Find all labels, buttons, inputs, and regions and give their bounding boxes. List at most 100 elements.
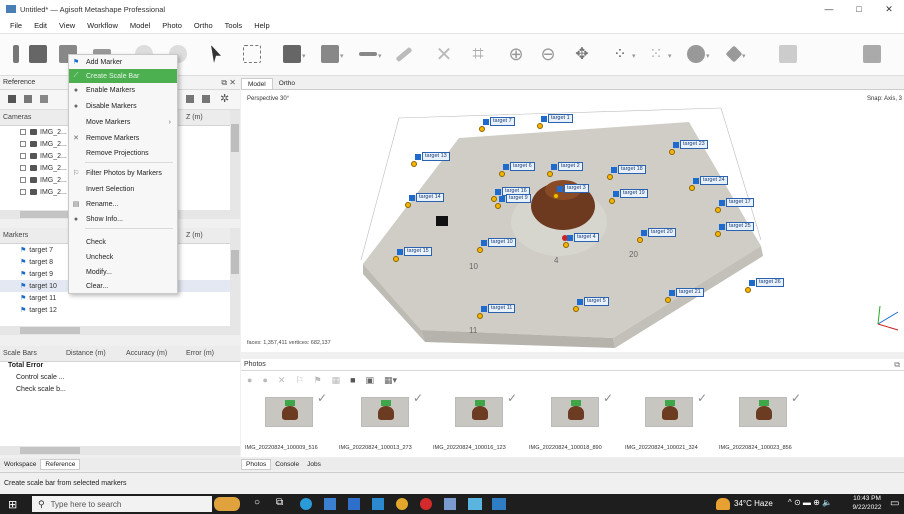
menu-item-check[interactable]: Check: [69, 235, 177, 249]
menu-model[interactable]: Model: [130, 21, 150, 30]
update-icon[interactable]: [202, 95, 210, 103]
disable-camera-icon[interactable]: ●: [262, 375, 267, 386]
minimize-button[interactable]: —: [814, 0, 844, 18]
image-icon[interactable]: ▣: [366, 375, 375, 386]
marker-target-24[interactable]: target 24: [689, 176, 728, 191]
mask-icon[interactable]: ▦: [332, 375, 341, 386]
checkbox[interactable]: [20, 189, 26, 195]
delete-icon[interactable]: ✕: [432, 42, 456, 66]
mail-icon[interactable]: [372, 498, 384, 510]
view-mode-icon[interactable]: ▦▾: [384, 375, 397, 386]
marker-target-11[interactable]: target 11: [477, 304, 516, 319]
optimize-icon[interactable]: [186, 95, 194, 103]
points-color-icon[interactable]: [318, 42, 342, 66]
tab-ortho[interactable]: Ortho: [273, 78, 301, 89]
points-icon[interactable]: ⁘: [608, 42, 632, 66]
fullscreen-icon[interactable]: [860, 42, 884, 66]
photo-thumbnail[interactable]: [455, 397, 503, 427]
menu-file[interactable]: File: [10, 21, 22, 30]
marker-target-20[interactable]: target 20: [637, 228, 676, 243]
marker-target-5[interactable]: target 5: [573, 297, 609, 312]
maximize-button[interactable]: □: [844, 0, 874, 18]
tab-workspace[interactable]: Workspace: [0, 460, 40, 469]
model-viewport[interactable]: Perspective 30° Snap: Axis, 3 10 4 20 11…: [241, 90, 904, 352]
move-icon[interactable]: ✥: [570, 42, 594, 66]
menu-item-add-marker[interactable]: ⚑ Add Marker: [69, 55, 177, 69]
windows-start-icon[interactable]: ⊞: [8, 498, 17, 511]
markers-hscrollbar[interactable]: [0, 326, 240, 335]
ruler-icon[interactable]: [356, 42, 380, 66]
rectangle-selection-icon[interactable]: [240, 42, 264, 66]
photo-thumbnail[interactable]: [645, 397, 693, 427]
notification-icon[interactable]: ▭: [890, 498, 899, 509]
marker-target-6[interactable]: target 6: [499, 162, 535, 177]
marker-target-23[interactable]: target 23: [669, 140, 708, 155]
menu-item-rename[interactable]: ▤ Rename...: [69, 197, 177, 211]
menu-item-disable-markers[interactable]: ● Disable Markers: [69, 99, 177, 113]
menu-view[interactable]: View: [59, 21, 75, 30]
enable-camera-icon[interactable]: ●: [247, 375, 252, 386]
tab-reference[interactable]: Reference: [40, 458, 81, 470]
marker-target-4[interactable]: target 4: [563, 233, 599, 248]
menu-item-remove-markers[interactable]: ✕ Remove Markers: [69, 131, 177, 145]
tab-console[interactable]: Console: [271, 460, 303, 469]
zoom-in-icon[interactable]: ⊕: [504, 42, 528, 66]
menu-ortho[interactable]: Ortho: [194, 21, 213, 30]
tab-jobs[interactable]: Jobs: [303, 460, 325, 469]
opera-icon[interactable]: [420, 498, 432, 510]
marker-target-18[interactable]: target 18: [607, 165, 646, 180]
marker-target-10[interactable]: target 10: [477, 238, 516, 253]
settings-icon[interactable]: ✲: [220, 92, 229, 105]
menu-item-enable-markers[interactable]: ● Enable Markers: [69, 83, 177, 97]
clock-date[interactable]: 9/22/2022: [850, 504, 884, 511]
menu-workflow[interactable]: Workflow: [87, 21, 118, 30]
menu-item-invert-selection[interactable]: Invert Selection: [69, 182, 177, 196]
checkbox[interactable]: [20, 153, 26, 159]
menu-item-show-info[interactable]: ● Show Info...: [69, 212, 177, 226]
paint-icon[interactable]: [444, 498, 456, 510]
marker-target-21[interactable]: target 21: [665, 288, 704, 303]
model-view-icon[interactable]: [280, 42, 304, 66]
menu-item-clear[interactable]: Clear...: [69, 279, 177, 293]
marker-target-9[interactable]: target 9: [495, 194, 531, 209]
tab-model[interactable]: Model: [241, 78, 273, 89]
grid-icon[interactable]: ⁙: [644, 42, 668, 66]
checkbox[interactable]: [20, 129, 26, 135]
markers-scrollbar[interactable]: [230, 228, 240, 326]
chrome-icon[interactable]: [396, 498, 408, 510]
taskbar-search[interactable]: ⚲ Type here to search: [32, 496, 212, 512]
control-scale-row[interactable]: Control scale ...: [0, 374, 240, 386]
marker-target-1[interactable]: target 1: [537, 114, 573, 129]
store-icon[interactable]: [348, 498, 360, 510]
draw-icon[interactable]: [392, 42, 416, 66]
widgets-icon[interactable]: [214, 497, 240, 511]
checkbox[interactable]: [20, 141, 26, 147]
marker-target-25[interactable]: target 25: [715, 222, 754, 237]
open-icon[interactable]: [26, 42, 50, 66]
reset-filter-icon[interactable]: ⚑: [314, 375, 322, 386]
workspace-icon[interactable]: [4, 42, 28, 66]
menu-item-filter-photos[interactable]: ⚐ Filter Photos by Markers: [69, 166, 177, 180]
checkbox[interactable]: [20, 177, 26, 183]
zoom-out-icon[interactable]: ⊖: [536, 42, 560, 66]
marker-target-13[interactable]: target 13: [411, 152, 450, 167]
crop-icon[interactable]: ⌗: [466, 42, 490, 66]
checkbox[interactable]: [20, 165, 26, 171]
square-icon[interactable]: ■: [350, 375, 355, 386]
convert-icon[interactable]: [40, 95, 48, 103]
menu-item-uncheck[interactable]: Uncheck: [69, 250, 177, 264]
weather-text[interactable]: 34°C Haze: [734, 499, 773, 508]
menu-edit[interactable]: Edit: [34, 21, 47, 30]
scalebars-hscrollbar[interactable]: [0, 446, 240, 455]
photo-thumbnail[interactable]: [739, 397, 787, 427]
marker-target-3[interactable]: target 3: [553, 184, 589, 199]
menu-item-move-markers[interactable]: Move Markers ›: [69, 115, 177, 129]
marker-target-19[interactable]: target 19: [609, 189, 648, 204]
menu-help[interactable]: Help: [254, 21, 269, 30]
photos-app-icon[interactable]: [468, 498, 482, 510]
cortana-icon[interactable]: ○: [254, 497, 260, 508]
close-panel-icon[interactable]: ⧉ ✕: [221, 78, 236, 88]
marker-target-15[interactable]: target 15: [393, 247, 432, 262]
menu-photo[interactable]: Photo: [162, 21, 182, 30]
menu-tools[interactable]: Tools: [225, 21, 243, 30]
